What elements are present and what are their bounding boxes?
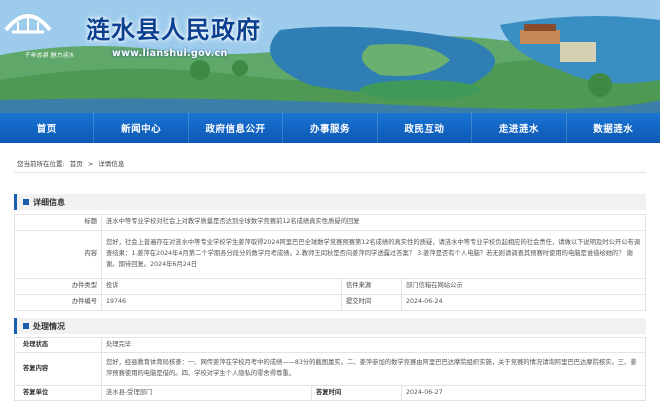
type-label: 办件类型 <box>14 278 102 295</box>
table-row: 办件编号 19746 提交时间 2024-06-24 <box>14 294 646 311</box>
main-nav: 首页 新闻中心 政府信息公开 办事服务 政民互动 走进涟水 数据涟水 <box>0 113 660 143</box>
dept-label: 答复单位 <box>14 385 102 401</box>
title-label: 标题 <box>14 214 102 231</box>
table-row: 办件类型 投诉 信件来源 部门信箱在网站公示 <box>14 278 646 295</box>
reply-label: 答复内容 <box>14 352 102 386</box>
section-square-icon <box>23 323 29 329</box>
source-label: 信件来源 <box>341 278 402 295</box>
reply-date-value: 2024-06-27 <box>401 385 646 401</box>
detail-heading: 详细信息 <box>33 197 65 207</box>
nav-home[interactable]: 首页 <box>0 113 95 143</box>
date-value: 2024-06-24 <box>401 294 646 311</box>
reply-date-label: 答复时间 <box>311 385 402 401</box>
county-logo-icon <box>4 14 52 34</box>
nav-data[interactable]: 数据涟水 <box>567 113 660 143</box>
breadcrumb: 您当前所在位置: 首页 > 详情信息 <box>17 158 127 168</box>
content-label: 内容 <box>14 230 102 279</box>
source-value: 部门信箱在网站公示 <box>401 278 646 295</box>
section-square-icon <box>23 199 29 205</box>
process-section-header: 处理情况 <box>14 318 646 334</box>
title-value: 涟水中等专业学校对社会上对教学质量是否达到全球数学竞赛前12名成绩真实性质疑的回… <box>101 214 646 231</box>
process-heading: 处理情况 <box>33 321 65 331</box>
process-table: 处理状态 处理完毕 答复内容 您好，经县教育体育局核查：一、网传姜萍在学校月考中… <box>14 337 646 401</box>
detail-table: 标题 涟水中等专业学校对社会上对教学质量是否达到全球数学竞赛前12名成绩真实性质… <box>14 214 646 311</box>
id-value: 19746 <box>101 294 342 311</box>
nav-about[interactable]: 走进涟水 <box>472 113 567 143</box>
detail-section-header: 详细信息 <box>14 194 646 210</box>
nav-gov-info[interactable]: 政府信息公开 <box>189 113 284 143</box>
divider <box>14 172 646 173</box>
reply-value: 您好，经县教育体育局核查：一、网传姜萍在学校月考中的成绩——83分的截图属实。二… <box>101 352 646 386</box>
logo-slogan: 千年古县 魅力涟水 <box>24 52 74 59</box>
id-label: 办件编号 <box>14 294 102 311</box>
nav-interaction[interactable]: 政民互动 <box>378 113 473 143</box>
date-label: 提交时间 <box>341 294 402 311</box>
table-row: 答复单位 涟水县-受理部门 答复时间 2024-06-27 <box>14 385 646 401</box>
breadcrumb-prefix: 您当前所在位置: <box>17 160 65 168</box>
site-url[interactable]: www.lianshui.gov.cn <box>112 48 228 59</box>
nav-news[interactable]: 新闻中心 <box>94 113 189 143</box>
type-value: 投诉 <box>101 278 342 295</box>
breadcrumb-current: 详情信息 <box>98 160 125 168</box>
breadcrumb-separator: > <box>87 160 94 168</box>
table-row: 标题 涟水中等专业学校对社会上对教学质量是否达到全球数学竞赛前12名成绩真实性质… <box>14 214 646 231</box>
site-banner: 千年古县 魅力涟水 涟水县人民政府 www.lianshui.gov.cn <box>0 0 660 113</box>
table-row: 处理状态 处理完毕 <box>14 337 646 353</box>
table-row: 内容 您好，社会上普遍存在对涟水中等专业学校学生姜萍取得2024阿里巴巴全球数学… <box>14 230 646 279</box>
dept-value: 涟水县-受理部门 <box>101 385 312 401</box>
status-label: 处理状态 <box>14 337 102 353</box>
site-title: 涟水县人民政府 <box>86 15 261 44</box>
nav-services[interactable]: 办事服务 <box>283 113 378 143</box>
status-value: 处理完毕 <box>101 337 646 353</box>
content-value: 您好，社会上普遍存在对涟水中等专业学校学生姜萍取得2024阿里巴巴全球数学竞赛预… <box>101 230 646 279</box>
table-row: 答复内容 您好，经县教育体育局核查：一、网传姜萍在学校月考中的成绩——83分的截… <box>14 352 646 386</box>
breadcrumb-home[interactable]: 首页 <box>70 160 83 168</box>
